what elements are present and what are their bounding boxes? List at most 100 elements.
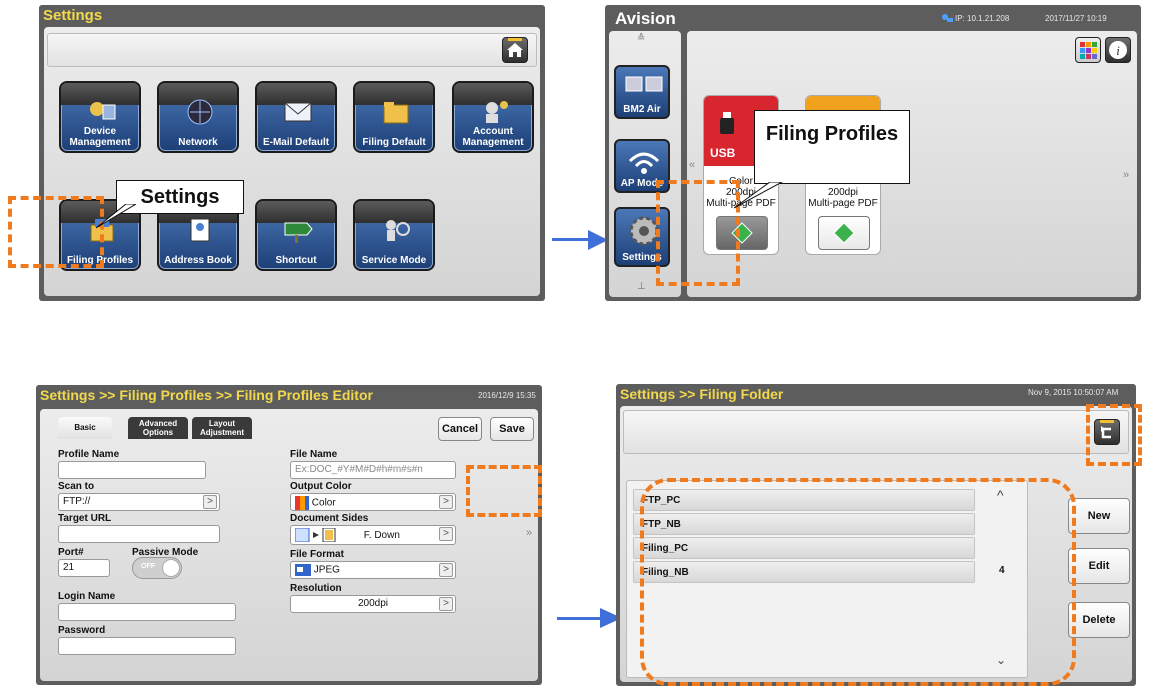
profile-name-input[interactable] [58,461,206,479]
side-item-bm2-air[interactable]: BM2 Air [614,65,670,119]
tile-shortcut[interactable]: Shortcut [255,199,337,271]
panel-title: Settings [43,7,103,24]
status-datetime: 2016/12/9 15:35 [478,391,536,400]
folder-icon [383,102,409,124]
toggle-state: OFF [141,563,155,570]
resolution-label: Resolution [290,583,342,594]
callout-pointer [96,204,136,229]
callout-text: Filing Profiles [765,123,899,145]
editor-content: Basic Advanced Options Layout Adjustment… [40,409,538,681]
home-icon [507,38,523,57]
service-mode-icon [386,220,410,241]
tab-advanced-options[interactable]: Advanced Options [128,417,188,439]
tab-layout-adjustment[interactable]: Layout Adjustment [192,417,252,439]
new-button[interactable]: New [1068,498,1130,534]
tile-service-mode[interactable]: Service Mode [353,199,435,271]
login-name-label: Login Name [58,591,116,602]
tile-device-management[interactable]: Device Management [59,81,141,153]
output-color-select[interactable]: Color > [290,493,456,511]
highlight-settings-side-item [656,180,740,286]
highlight-back-button [1086,404,1142,466]
document-sides-label: Document Sides [290,513,369,524]
ip-address: IP: 10.1.21.208 [955,14,1010,23]
svg-text:i: i [1116,43,1120,58]
filing-profiles-editor-panel: Settings >> Filing Profiles >> Filing Pr… [36,385,542,685]
tile-account-management[interactable]: Account Management [452,81,534,153]
tile-label: Device Management [69,126,131,148]
target-url-label: Target URL [58,513,112,524]
tile-email-default[interactable]: E-Mail Default [255,81,337,153]
tile-label: Filing Default [362,137,426,148]
card-line: 200dpi [827,187,859,198]
info-icon: i [1109,41,1127,59]
chevron-right-icon: > [203,495,217,509]
flow-arrow-2 [557,617,603,620]
envelope-icon [284,102,312,122]
status-datetime: 2017/11/27 10:19 [1045,14,1107,23]
document-sides-select[interactable]: F. Down > [290,525,456,545]
account-icon [486,101,508,123]
password-input[interactable] [58,637,236,655]
edit-button[interactable]: Edit [1068,548,1130,584]
scan-to-select[interactable]: FTP:// > [58,493,220,511]
panel-title: Settings >> Filing Profiles >> Filing Pr… [40,387,373,403]
resolution-value: 200dpi [357,598,389,609]
cancel-button[interactable]: Cancel [438,417,482,441]
grid-view-icon [1080,42,1097,59]
delete-button[interactable]: Delete [1068,602,1130,638]
side-item-label: BM2 Air [623,104,661,115]
file-format-select[interactable]: JPEG > [290,561,456,579]
tab-label: Basic [74,423,96,432]
document-sides-icon [294,527,336,543]
tile-label: Shortcut [275,255,317,266]
tile-label: E-Mail Default [262,137,330,148]
resolution-select[interactable]: 200dpi > [290,595,456,613]
tile-label: Network [178,137,218,148]
scroll-down-icon[interactable]: ⊥ [637,281,646,292]
scan-to-value: FTP:// [63,496,91,507]
chevron-right-icon: > [439,597,453,611]
highlight-folder-list [640,478,1076,686]
filing-profiles-callout: Filing Profiles [754,110,910,184]
settings-panel: Settings Device Management Network E-Mai… [39,5,545,301]
document-sides-value: F. Down [363,529,400,541]
grid-view-button[interactable] [1075,37,1101,63]
scroll-up-icon[interactable]: ≙ [637,33,645,44]
jpeg-file-icon [295,564,311,576]
panel-title: Settings >> Filing Folder [620,386,784,402]
scan-diamond-icon [833,222,855,244]
tile-label: Address Book [164,255,232,266]
output-color-value: Color [311,497,336,509]
save-button[interactable]: Save [490,417,534,441]
file-name-input[interactable]: Ex:DOC_#Y#M#D#h#m#s#n [290,461,456,479]
next-page-arrow[interactable]: » [1123,169,1129,181]
prev-page-arrow[interactable]: « [689,159,695,171]
color-swatch-icon [295,496,309,510]
tile-filing-default[interactable]: Filing Default [353,81,435,153]
scan-button[interactable] [818,216,870,250]
info-button[interactable]: i [1105,37,1131,63]
address-book-icon [190,218,210,242]
scan-to-label: Scan to [58,481,95,492]
chevron-right-icon: > [439,495,453,509]
tile-label: Account Management [462,126,524,148]
toggle-knob [162,559,180,577]
bm2-air-icon [625,76,663,92]
tab-label: Layout Adjustment [200,419,244,437]
target-url-input[interactable] [58,525,220,543]
brand-logo: Avision [615,9,676,28]
settings-content-area: Device Management Network E-Mail Default… [44,27,540,296]
login-name-input[interactable] [58,603,236,621]
highlight-filing-profiles [8,196,104,268]
chevron-right-icon: > [439,563,453,577]
file-format-value: JPEG [313,564,340,576]
usb-icon [720,112,734,134]
port-input[interactable]: 21 [58,559,110,577]
card-badge: USB [710,146,736,160]
next-page-arrow[interactable]: » [526,527,532,539]
tab-basic[interactable]: Basic [58,417,112,439]
home-button[interactable] [502,37,528,63]
tab-label: Advanced Options [138,419,178,437]
passive-mode-toggle[interactable]: OFF [132,557,182,579]
tile-network[interactable]: Network [157,81,239,153]
